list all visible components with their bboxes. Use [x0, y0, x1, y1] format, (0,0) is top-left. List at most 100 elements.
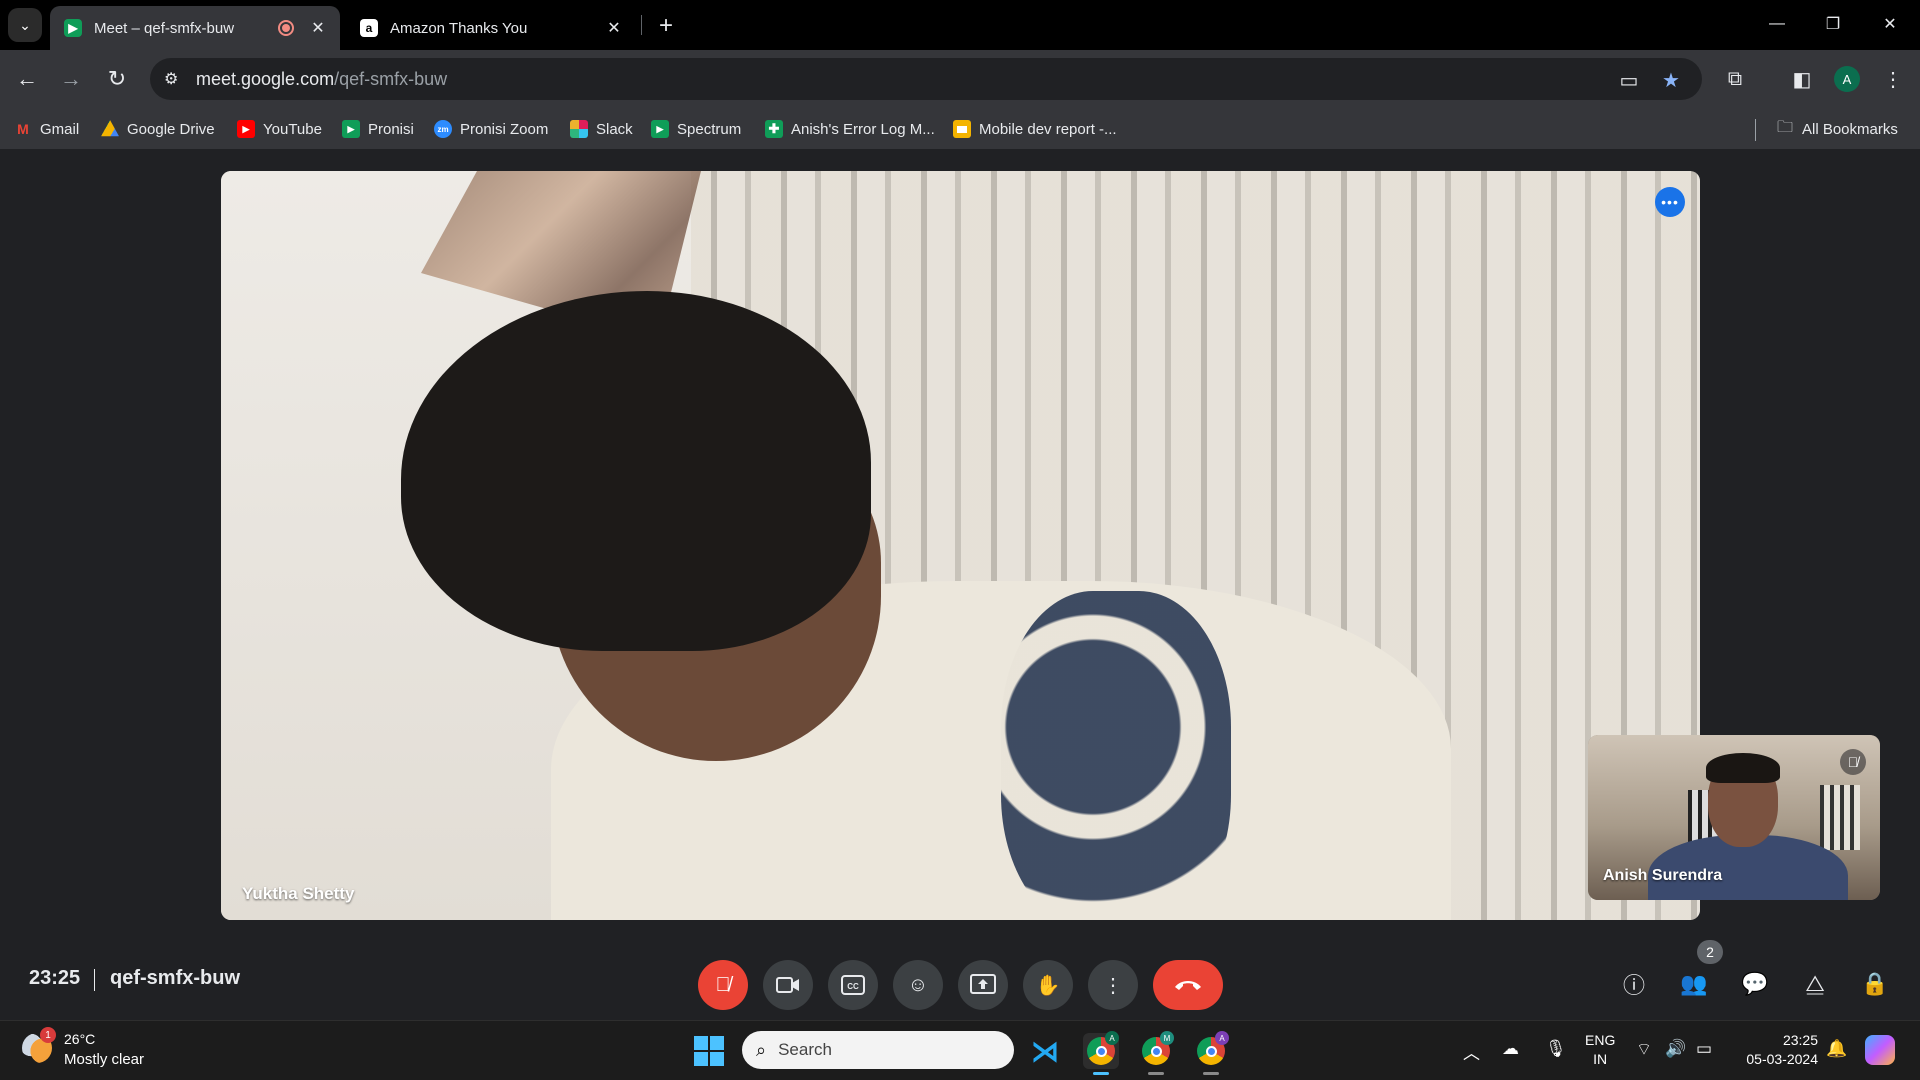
activities-button[interactable]: ⧋ [1795, 964, 1835, 1004]
activities-shapes-icon: ⧋ [1805, 971, 1825, 996]
meeting-info-divider [94, 969, 95, 991]
bookmark-mobile-dev-report[interactable]: Mobile dev report -... [953, 117, 1117, 141]
system-clock[interactable]: 23:25 05-03-2024 [1732, 1031, 1818, 1069]
taskbar-search-box[interactable]: ⌕ Search [742, 1031, 1014, 1069]
search-placeholder: Search [778, 1040, 832, 1059]
leave-call-button[interactable] [1153, 960, 1223, 1010]
open-app-indicator [1148, 1072, 1164, 1075]
minimize-button[interactable]: — [1757, 8, 1797, 40]
chrome-profile-badge: A [1215, 1031, 1229, 1045]
lock-person-icon: 🔒 [1861, 971, 1889, 996]
host-controls-button[interactable]: 🔒 [1855, 964, 1895, 1004]
hand-icon: ✋ [1035, 974, 1061, 997]
present-screen-button[interactable] [958, 960, 1008, 1010]
meeting-time: 23:25 [29, 967, 81, 989]
self-video-window [1820, 785, 1860, 850]
bookmark-label: All Bookmarks [1802, 120, 1898, 138]
language-code: ENG [1585, 1032, 1616, 1048]
bookmark-label: Google Drive [127, 120, 215, 138]
bookmark-gmail[interactable]: M Gmail [14, 117, 79, 141]
people-button[interactable]: 👥 [1674, 964, 1714, 1004]
mic-off-icon: 🎙̸ [715, 973, 731, 996]
menu-kebab-icon[interactable]: ⋮ [1877, 63, 1909, 95]
microphone-off-button[interactable]: 🎙̸ [698, 960, 748, 1010]
microphone-tray-icon[interactable]: 🎙 [1545, 1039, 1567, 1059]
all-bookmarks-button[interactable]: 🗀 All Bookmarks [1776, 117, 1898, 141]
copilot-icon[interactable] [1865, 1035, 1895, 1065]
taskbar-vscode[interactable]: ⋊ [1027, 1033, 1063, 1069]
site-info-icon[interactable]: ⚙ [164, 69, 184, 89]
address-bar[interactable]: ⚙ meet.google.com/qef-smfx-buw ▭ ★ [150, 58, 1702, 100]
weather-description[interactable]: Mostly clear [64, 1051, 144, 1068]
tab-meet[interactable]: ▶ Meet – qef-smfx-buw ✕ [50, 6, 340, 50]
camera-permission-icon[interactable]: ▭ [1616, 67, 1642, 93]
bookmark-slack[interactable]: Slack [570, 117, 633, 141]
restore-button[interactable]: ❐ [1813, 8, 1853, 40]
url-text: meet.google.com/qef-smfx-buw [196, 68, 448, 89]
people-count-badge: 2 [1697, 940, 1723, 964]
onedrive-cloud-icon[interactable]: ☁ [1502, 1039, 1519, 1059]
taskbar-chrome-a[interactable]: A [1083, 1031, 1119, 1075]
closed-captions-icon: CC [841, 975, 865, 995]
volume-icon[interactable]: 🔊 [1665, 1039, 1686, 1059]
extensions-icon[interactable]: ⧉ [1719, 63, 1751, 95]
bookmark-star-icon[interactable]: ★ [1658, 67, 1684, 93]
weather-temperature[interactable]: 26°C [64, 1031, 95, 1047]
amazon-favicon-icon: a [360, 19, 378, 37]
chrome-profile-badge: A [1105, 1031, 1119, 1045]
bookmark-label: Gmail [40, 120, 80, 138]
battery-icon[interactable]: ▭ [1696, 1039, 1712, 1059]
people-icon: 👥 [1680, 971, 1708, 996]
notifications-icon[interactable]: 🔔 [1826, 1039, 1847, 1059]
participant-name: Yuktha Shetty [242, 884, 355, 903]
clock-date: 05-03-2024 [1746, 1051, 1818, 1067]
bookmark-youtube[interactable]: ▶ YouTube [237, 117, 322, 141]
bookmark-label: Pronisi [368, 120, 414, 138]
wifi-icon[interactable]: ⌔ [1636, 1039, 1652, 1060]
bookmarks-bar: M Gmail Google Drive ▶ YouTube ▶ Pronisi… [0, 108, 1920, 150]
show-hidden-icons-chevron-icon[interactable]: ︿ [1463, 1039, 1480, 1064]
gmail-icon: M [17, 121, 29, 137]
bookmark-spectrum[interactable]: ▶ Spectrum [651, 117, 741, 141]
tab-search-dropdown-icon[interactable]: ⌄ [8, 8, 42, 42]
camera-button[interactable] [763, 960, 813, 1010]
more-options-button[interactable]: ⋮ [1088, 960, 1138, 1010]
taskbar-chrome-m[interactable]: M [1138, 1031, 1174, 1075]
bookmark-pronisi[interactable]: ▶ Pronisi [342, 117, 414, 141]
bookmark-google-drive[interactable]: Google Drive [101, 117, 215, 141]
back-button[interactable]: ← [11, 63, 43, 95]
bookmark-error-log[interactable]: ✚ Anish's Error Log M... [765, 117, 935, 141]
captions-button[interactable]: CC [828, 960, 878, 1010]
participant-tile-main[interactable]: Yuktha Shetty ••• [221, 171, 1700, 920]
participant-tile-self[interactable]: Anish Surendra 🎙̸ [1588, 735, 1880, 900]
close-tab-icon[interactable]: ✕ [308, 18, 328, 38]
tab-amazon[interactable]: a Amazon Thanks You ✕ [346, 6, 636, 50]
participant-name: Anish Surendra [1603, 867, 1723, 884]
new-tab-button[interactable]: + [652, 12, 680, 40]
clock-time: 23:25 [1782, 1032, 1818, 1048]
windows-start-icon[interactable] [694, 1036, 724, 1066]
close-tab-icon[interactable]: ✕ [604, 18, 624, 38]
youtube-icon: ▶ [237, 120, 255, 138]
windows-taskbar: 1 26°C Mostly clear ⌕ Search ⋊ A M A ︿ ☁… [0, 1020, 1920, 1080]
region-code: IN [1593, 1051, 1608, 1067]
reactions-button[interactable]: ☺ [893, 960, 943, 1010]
meeting-details-button[interactable]: ⓘ [1614, 964, 1654, 1004]
close-window-button[interactable]: ✕ [1870, 8, 1910, 40]
forward-button[interactable]: → [55, 63, 87, 95]
hang-up-icon [1175, 981, 1201, 990]
bookmark-label: YouTube [263, 120, 322, 138]
tile-more-options-icon[interactable]: ••• [1655, 187, 1685, 217]
input-language-indicator[interactable]: ENG IN [1585, 1031, 1615, 1069]
profile-avatar[interactable]: A [1834, 66, 1860, 92]
side-panel-icon[interactable]: ◧ [1786, 63, 1818, 95]
taskbar-chrome-a2[interactable]: A [1193, 1031, 1229, 1075]
bookmark-label: Mobile dev report -... [979, 120, 1117, 138]
raise-hand-button[interactable]: ✋ [1023, 960, 1073, 1010]
bookmark-pronisi-zoom[interactable]: zm Pronisi Zoom [434, 117, 548, 141]
meet-favicon-icon: ▶ [64, 19, 82, 37]
chat-icon: 💬 [1741, 971, 1769, 996]
mic-muted-icon: 🎙̸ [1840, 749, 1866, 775]
chat-button[interactable]: 💬 [1735, 964, 1775, 1004]
reload-button[interactable]: ↻ [101, 63, 133, 95]
